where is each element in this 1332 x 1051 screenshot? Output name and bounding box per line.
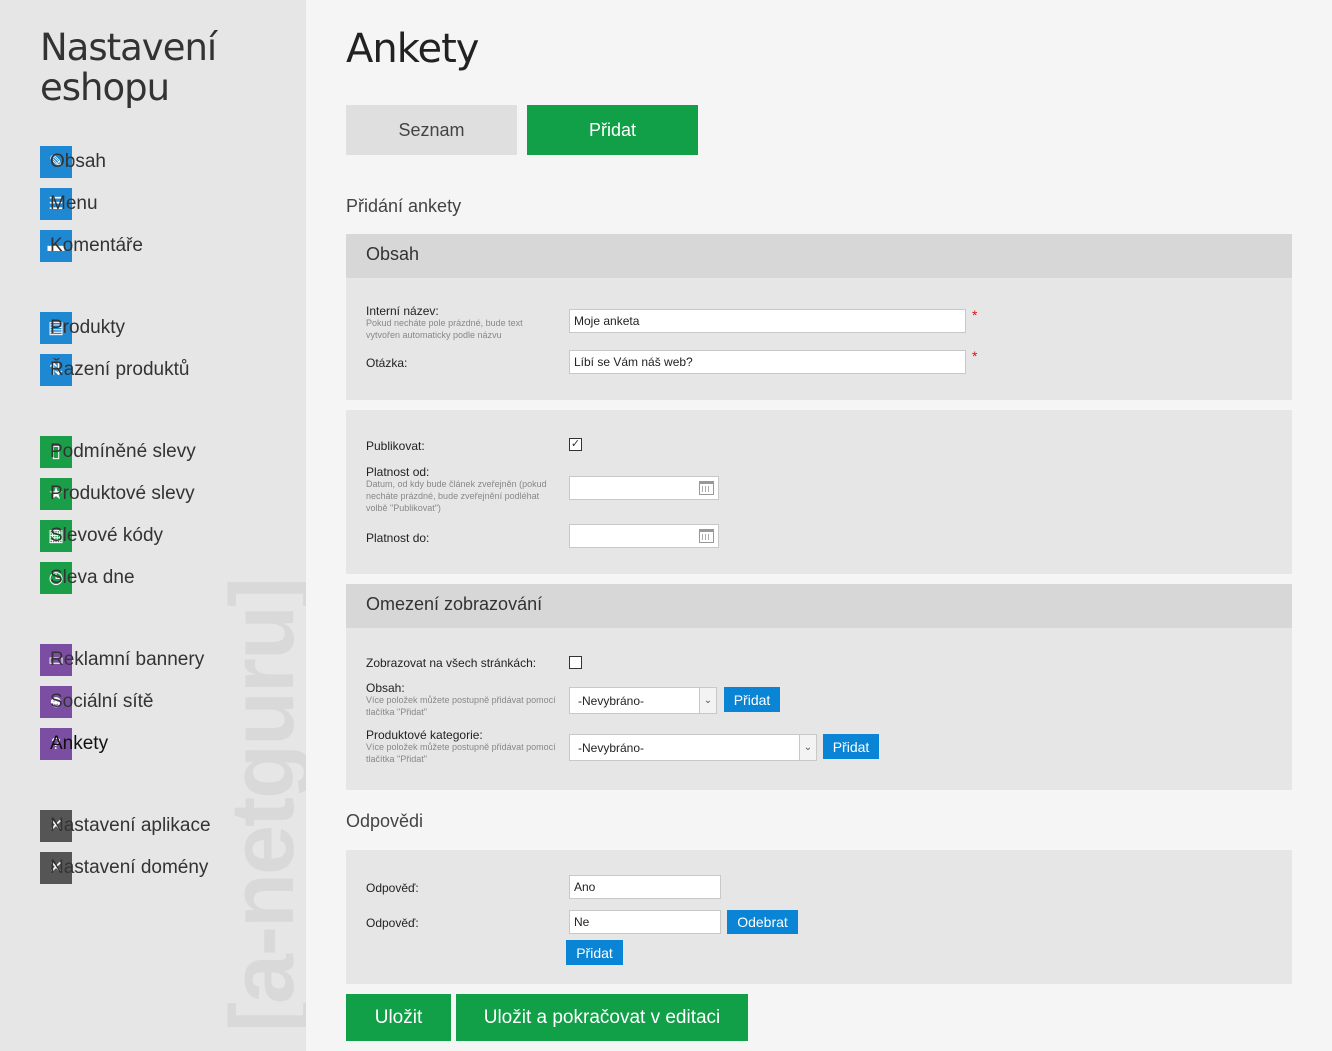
sidebar-item-label: Menu	[50, 193, 98, 214]
tab-pridat[interactable]: Přidat	[527, 105, 698, 155]
section-heading-add: Přidání ankety	[346, 196, 462, 216]
answer-label: Odpověď:	[366, 881, 419, 895]
content-select[interactable]: -Nevybráno- ⌄	[569, 687, 717, 714]
valid-to-label: Platnost do:	[366, 531, 430, 545]
sidebar-item-slevove-kody[interactable]: ▦ Slevové kódy	[40, 520, 163, 552]
sidebar: [a-netguru] Nastavení eshopu ✎ Obsah ☰ M…	[0, 0, 306, 1051]
chevron-down-icon: ⌄	[699, 688, 716, 713]
tab-seznam[interactable]: Seznam	[346, 105, 517, 155]
sidebar-item-label: Reklamní bannery	[50, 649, 205, 670]
categories-select-label: Produktové kategorie:	[366, 728, 483, 742]
sidebar-item-menu[interactable]: ☰ Menu	[40, 188, 98, 220]
sidebar-item-podminene-slevy[interactable]: ▯ Podmíněné slevy	[40, 436, 196, 468]
publish-checkbox[interactable]: ✓	[569, 438, 582, 451]
sidebar-item-produktove-slevy[interactable]: ★ Produktové slevy	[40, 478, 195, 510]
sidebar-title-line2: eshopu	[40, 66, 170, 109]
publish-label: Publikovat:	[366, 439, 425, 453]
sidebar-item-label: Sociální sítě	[50, 691, 154, 712]
required-mark: *	[972, 307, 978, 323]
internal-name-input[interactable]	[569, 309, 966, 333]
valid-from-input[interactable]	[569, 476, 719, 500]
sidebar-item-komentare[interactable]: ▬ Komentáře	[40, 230, 143, 262]
sidebar-item-label: Sleva dne	[50, 567, 135, 588]
sidebar-item-label: Ankety	[50, 733, 109, 754]
answers-panel: Odpověď: Odpověď: Odebrat Přidat	[346, 850, 1292, 984]
answer-input-2[interactable]	[569, 910, 721, 934]
categories-select-value: -Nevybráno-	[578, 741, 645, 755]
sidebar-item-produkty[interactable]: ▤ Produkty	[40, 312, 125, 344]
sidebar-item-label: Komentáře	[50, 235, 143, 256]
publish-panel: Publikovat: ✓ Platnost od: Datum, od kdy…	[346, 410, 1292, 574]
sidebar-item-label: Produktové slevy	[50, 483, 195, 504]
sidebar-item-reklamni-bannery[interactable]: ▭ Reklamní bannery	[40, 644, 204, 676]
categories-select[interactable]: -Nevybráno- ⌄	[569, 734, 817, 761]
add-answer-button[interactable]: Přidat	[566, 940, 623, 965]
chevron-down-icon: ⌄	[799, 735, 816, 760]
valid-from-hint: Datum, od kdy bude článek zveřejněn (pok…	[366, 479, 547, 513]
sidebar-item-label: Obsah	[50, 151, 106, 172]
page-title: Ankety	[346, 26, 479, 72]
required-mark: *	[972, 348, 978, 364]
display-restriction-panel: Omezení zobrazování Zobrazovat na všech …	[346, 584, 1292, 790]
remove-answer-button[interactable]: Odebrat	[727, 910, 798, 934]
sidebar-item-sleva-dne[interactable]: ◷ Sleva dne	[40, 562, 135, 594]
content-select-hint: Více položek můžete postupně přidávat po…	[366, 695, 556, 717]
valid-from-label: Platnost od:	[366, 465, 430, 479]
sidebar-item-obsah[interactable]: ✎ Obsah	[40, 146, 106, 178]
question-input[interactable]	[569, 350, 966, 374]
sidebar-item-label: Produkty	[50, 317, 125, 338]
calendar-icon[interactable]	[699, 529, 714, 543]
sidebar-item-socialni-site[interactable]: ☻ Sociální sítě	[40, 686, 154, 718]
answer-input-1[interactable]	[569, 875, 721, 899]
content-select-label: Obsah:	[366, 681, 405, 695]
sidebar-item-label: Podmíněné slevy	[50, 441, 196, 462]
content-panel-heading: Obsah	[346, 234, 1292, 278]
watermark-logo: [a-netguru]	[213, 579, 306, 1032]
save-continue-button[interactable]: Uložit a pokračovat v editaci	[456, 994, 748, 1041]
sidebar-item-ankety[interactable]: ? Ankety	[40, 728, 108, 760]
content-add-button[interactable]: Přidat	[724, 687, 780, 712]
sidebar-item-label: Nastavení domény	[50, 857, 209, 878]
categories-select-hint: Více položek můžete postupně přidávat po…	[366, 742, 556, 764]
sidebar-item-label: Slevové kódy	[50, 525, 164, 546]
internal-name-hint: Pokud necháte pole prázdné, bude text vy…	[366, 318, 523, 340]
save-button[interactable]: Uložit	[346, 994, 451, 1041]
calendar-icon[interactable]	[699, 481, 714, 495]
all-pages-checkbox[interactable]	[569, 656, 582, 669]
content-panel: Obsah Interní název: Pokud necháte pole …	[346, 234, 1292, 400]
all-pages-label: Zobrazovat na všech stránkách:	[366, 656, 537, 670]
content-select-value: -Nevybráno-	[578, 694, 645, 708]
display-panel-heading: Omezení zobrazování	[346, 584, 1292, 628]
question-label: Otázka:	[366, 356, 408, 370]
sidebar-item-razeni-produktu[interactable]: ⇅ Řazení produktů	[40, 354, 189, 386]
sidebar-title-line1: Nastavení	[40, 26, 217, 69]
internal-name-label: Interní název:	[366, 304, 439, 318]
sidebar-item-label: Řazení produktů	[50, 359, 190, 380]
sidebar-item-nastaveni-aplikace[interactable]: ✕ Nastavení aplikace	[40, 810, 211, 842]
sidebar-title: Nastavení eshopu	[40, 26, 217, 109]
main-content: Ankety Seznam Přidat Přidání ankety Obsa…	[306, 0, 1332, 1051]
sidebar-item-label: Nastavení aplikace	[50, 815, 211, 836]
sidebar-item-nastaveni-domeny[interactable]: ✕ Nastavení domény	[40, 852, 208, 884]
section-heading-answers: Odpovědi	[346, 811, 424, 831]
categories-add-button[interactable]: Přidat	[823, 734, 879, 759]
valid-to-input[interactable]	[569, 524, 719, 548]
answer-label: Odpověď:	[366, 916, 419, 930]
